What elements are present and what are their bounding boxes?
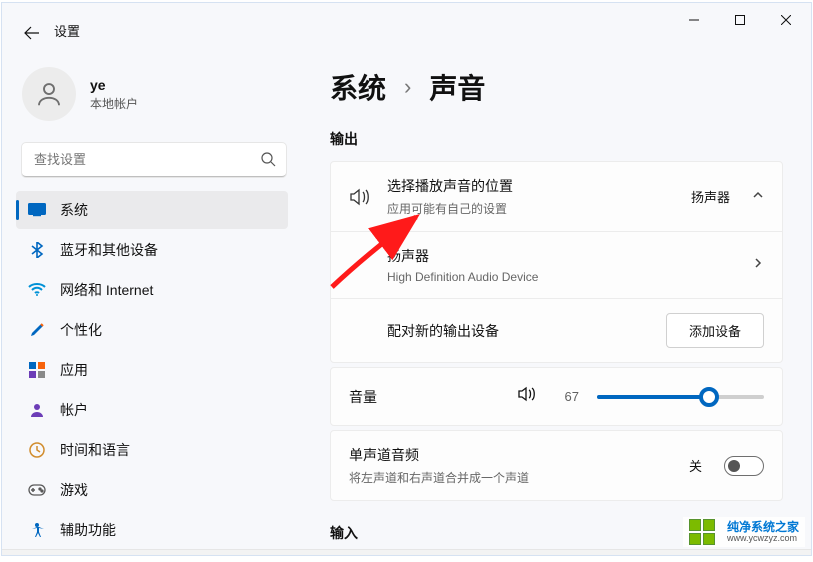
nav-item-personalization[interactable]: 个性化 [16, 311, 288, 349]
person-icon [28, 401, 46, 419]
volume-value: 67 [555, 389, 579, 404]
nav-label: 网络和 Internet [60, 280, 153, 300]
pair-output-row: 配对新的输出设备 添加设备 [331, 298, 782, 362]
watermark-text: 纯净系统之家 [727, 521, 799, 533]
output-choose-row[interactable]: 选择播放声音的位置 应用可能有自己的设置 扬声器 [331, 162, 782, 231]
nav-label: 帐户 [60, 400, 88, 420]
mono-audio-row: 单声道音频 将左声道和右声道合并成一个声道 关 [331, 431, 782, 500]
output-device-row[interactable]: 扬声器 High Definition Audio Device [331, 231, 782, 298]
back-button[interactable] [22, 23, 42, 43]
watermark: 纯净系统之家 www.ycwzyz.com [683, 517, 805, 547]
bluetooth-icon [28, 241, 46, 259]
speaker-icon[interactable] [517, 386, 537, 407]
add-device-button[interactable]: 添加设备 [666, 313, 764, 348]
volume-slider[interactable] [597, 395, 764, 399]
nav-label: 系统 [60, 200, 88, 220]
chevron-right-icon [752, 256, 764, 274]
nav-label: 个性化 [60, 320, 102, 340]
nav-item-network[interactable]: 网络和 Internet [16, 271, 288, 309]
mono-state-label: 关 [689, 456, 702, 475]
row-subtitle: 应用可能有自己的设置 [387, 200, 675, 217]
row-subtitle: High Definition Audio Device [387, 270, 736, 284]
breadcrumb-page: 声音 [429, 67, 485, 107]
nav-item-accounts[interactable]: 帐户 [16, 391, 288, 429]
nav-item-accessibility[interactable]: 辅助功能 [16, 511, 288, 549]
accessibility-icon [28, 521, 46, 539]
row-title: 选择播放声音的位置 [387, 176, 675, 196]
nav-label: 应用 [60, 360, 88, 380]
system-icon [28, 201, 46, 219]
chevron-right-icon: › [404, 74, 411, 100]
nav-item-gaming[interactable]: 游戏 [16, 471, 288, 509]
breadcrumb: 系统 › 声音 [330, 67, 783, 107]
profile-block[interactable]: ye 本地帐户 [16, 55, 292, 139]
output-section-label: 输出 [330, 129, 783, 149]
minimize-button[interactable] [671, 4, 717, 36]
nav-item-system[interactable]: 系统 [16, 191, 288, 229]
main-content: 系统 › 声音 输出 选择播放声音的位置 应用可能有自己的设置 扬声器 [302, 37, 811, 555]
clock-icon [28, 441, 46, 459]
profile-name: ye [90, 77, 138, 93]
close-button[interactable] [763, 4, 809, 36]
maximize-button[interactable] [717, 4, 763, 36]
avatar [22, 67, 76, 121]
apps-icon [28, 361, 46, 379]
wifi-icon [28, 281, 46, 299]
sidebar: ye 本地帐户 系统 蓝牙和其他设备 网络和 Inte [2, 37, 302, 555]
nav-list: 系统 蓝牙和其他设备 网络和 Internet 个性化 应用 [16, 191, 292, 549]
row-title: 单声道音频 [349, 445, 673, 465]
chevron-up-icon [752, 188, 764, 206]
output-selected-value: 扬声器 [691, 187, 730, 206]
nav-label: 辅助功能 [60, 520, 116, 540]
mono-toggle[interactable] [724, 456, 764, 476]
row-subtitle: 将左声道和右声道合并成一个声道 [349, 469, 673, 486]
gamepad-icon [28, 481, 46, 499]
speaker-icon [349, 188, 371, 206]
nav-item-apps[interactable]: 应用 [16, 351, 288, 389]
volume-label: 音量 [349, 387, 499, 407]
taskbar [2, 549, 811, 555]
nav-item-bluetooth[interactable]: 蓝牙和其他设备 [16, 231, 288, 269]
breadcrumb-root[interactable]: 系统 [330, 67, 386, 107]
nav-item-time[interactable]: 时间和语言 [16, 431, 288, 469]
nav-label: 蓝牙和其他设备 [60, 240, 158, 260]
search-icon [260, 151, 276, 172]
row-title: 配对新的输出设备 [387, 321, 650, 341]
window-title: 设置 [54, 21, 80, 40]
profile-subtitle: 本地帐户 [90, 95, 138, 112]
row-title: 扬声器 [387, 246, 736, 266]
volume-row: 音量 67 [331, 368, 782, 425]
nav-label: 时间和语言 [60, 440, 130, 460]
search-input[interactable] [22, 143, 286, 177]
brush-icon [28, 321, 46, 339]
nav-label: 游戏 [60, 480, 88, 500]
watermark-url: www.ycwzyz.com [727, 533, 799, 543]
